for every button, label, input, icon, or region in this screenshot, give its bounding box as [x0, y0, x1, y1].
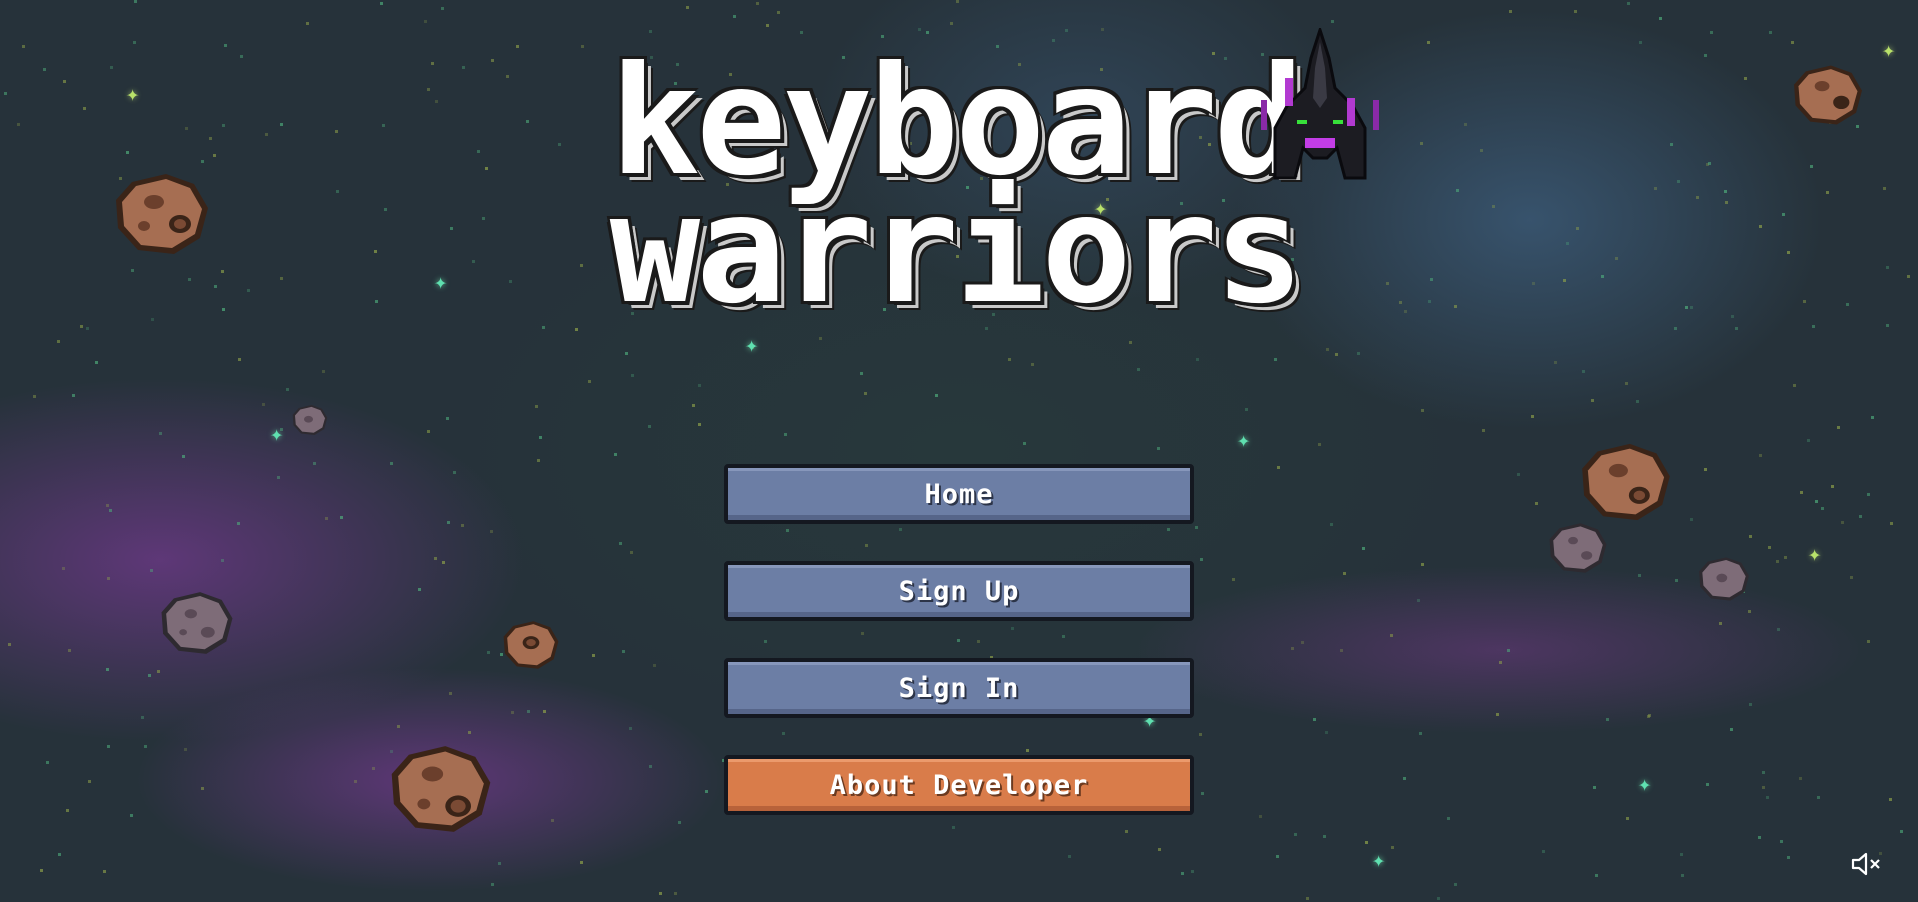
asteroid-icon [391, 746, 491, 832]
sparkle-star-icon: ✦ [434, 270, 448, 295]
speaker-muted-icon[interactable] [1850, 852, 1882, 876]
asteroid-icon [1582, 443, 1670, 521]
sparkle-star-icon: ✦ [1237, 428, 1251, 453]
asteroid-icon [116, 174, 208, 254]
sparkle-star-icon: ✦ [1372, 848, 1386, 873]
sparkle-star-icon: ✦ [1638, 772, 1652, 797]
home-button[interactable]: Home [724, 464, 1194, 524]
sparkle-star-icon: ✦ [126, 82, 140, 107]
asteroid-icon [1699, 557, 1749, 601]
asteroid-icon [1549, 523, 1607, 573]
spaceship-icon [1261, 28, 1379, 180]
sparkle-star-icon: ✦ [1882, 38, 1896, 63]
title-line-2: warriors [609, 163, 1304, 337]
asteroid-icon [292, 405, 328, 435]
about-developer-button[interactable]: About Developer [724, 755, 1194, 815]
sparkle-star-icon: ✦ [270, 422, 284, 447]
sign-up-button[interactable]: Sign Up [724, 561, 1194, 621]
asteroid-icon [1794, 65, 1862, 125]
main-menu: Home Sign Up Sign In About Developer [724, 464, 1194, 852]
sign-in-button[interactable]: Sign In [724, 658, 1194, 718]
sparkle-star-icon: ✦ [745, 333, 759, 358]
asteroid-icon [503, 621, 559, 669]
sparkle-star-icon: ✦ [1808, 542, 1822, 567]
asteroid-icon [161, 592, 233, 654]
